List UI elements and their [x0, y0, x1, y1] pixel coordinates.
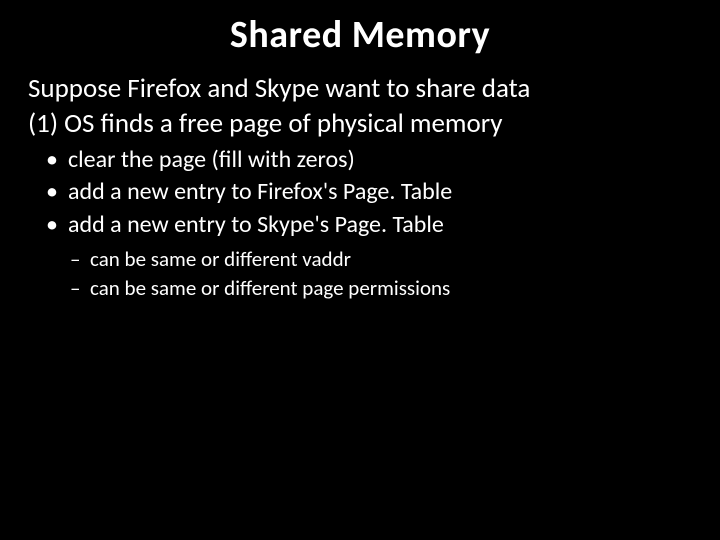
- list-item: can be same or different vaddr: [90, 245, 692, 273]
- bullet-list: clear the page (fill with zeros) add a n…: [28, 144, 692, 241]
- sub-list: can be same or different vaddr can be sa…: [28, 245, 692, 302]
- list-item: add a new entry to Skype's Page. Table: [68, 209, 692, 241]
- slide: Shared Memory Suppose Firefox and Skype …: [0, 0, 720, 540]
- list-item: add a new entry to Firefox's Page. Table: [68, 176, 692, 208]
- slide-title: Shared Memory: [28, 12, 692, 58]
- lead-text: Suppose Firefox and Skype want to share …: [28, 72, 692, 105]
- list-item: clear the page (fill with zeros): [68, 144, 692, 176]
- step-text: (1) OS finds a free page of physical mem…: [28, 107, 692, 140]
- list-item: can be same or different page permission…: [90, 274, 692, 302]
